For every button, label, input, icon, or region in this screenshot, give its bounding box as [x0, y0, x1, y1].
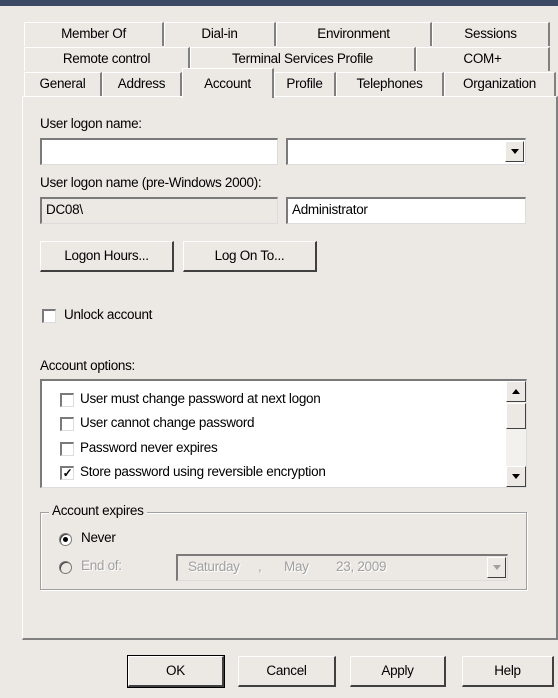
scroll-down-button[interactable] — [506, 466, 526, 487]
never-radio[interactable] — [59, 533, 72, 546]
option-label: Password never expires — [80, 440, 218, 455]
date-weekday: Saturday — [188, 559, 240, 574]
chevron-up-icon — [512, 389, 520, 394]
log-on-to-button[interactable]: Log On To... — [183, 241, 317, 272]
tab-dial-in[interactable]: Dial-in — [164, 22, 276, 46]
account-expires-group: Account expires Never End of: Saturday ,… — [40, 503, 527, 590]
ok-button[interactable]: OK — [127, 655, 225, 688]
date-dropdown-button[interactable] — [487, 557, 506, 578]
option-label: User must change password at next logon — [80, 391, 321, 406]
user-properties-dialog: Member Of Dial-in Environment Sessions R… — [0, 0, 558, 698]
logon-name-input[interactable] — [40, 138, 278, 165]
date-separator: , — [258, 559, 262, 574]
pre2000-username-input[interactable]: Administrator — [286, 197, 526, 224]
unlock-account-checkbox[interactable] — [42, 309, 56, 323]
tab-profile[interactable]: Profile — [274, 72, 336, 96]
option-checkbox[interactable] — [60, 442, 74, 456]
date-day-year: 23, 2009 — [336, 559, 387, 574]
end-of-radio[interactable] — [59, 561, 72, 574]
logon-hours-button[interactable]: Logon Hours... — [40, 241, 174, 272]
radio-selected-dot — [63, 537, 68, 542]
expiration-date-picker[interactable]: Saturday , May 23, 2009 — [176, 554, 508, 581]
help-button[interactable]: Help — [462, 656, 554, 687]
option-checkbox[interactable] — [60, 393, 74, 407]
date-month: May — [284, 559, 309, 574]
pre2000-domain-field: DC08\ — [40, 197, 278, 224]
chevron-down-icon — [510, 149, 519, 154]
tab-row-3: General Address Account Profile Telephon… — [24, 68, 556, 98]
tab-environment[interactable]: Environment — [276, 22, 432, 46]
account-expires-title: Account expires — [49, 503, 147, 518]
apply-button[interactable]: Apply — [350, 656, 446, 687]
tab-sessions[interactable]: Sessions — [432, 22, 550, 46]
tab-row-1: Member Of Dial-in Environment Sessions — [24, 22, 550, 46]
tab-telephones[interactable]: Telephones — [336, 72, 444, 96]
option-checkbox[interactable]: ✓ — [60, 466, 74, 480]
option-label: User cannot change password — [80, 415, 255, 430]
tab-account[interactable]: Account — [182, 68, 274, 98]
scroll-up-button[interactable] — [506, 381, 526, 402]
tab-organization[interactable]: Organization — [444, 72, 556, 96]
tab-row-2: Remote control Terminal Services Profile… — [24, 47, 550, 71]
tab-com-plus[interactable]: COM+ — [416, 47, 550, 71]
tab-member-of[interactable]: Member Of — [24, 22, 164, 46]
options-scrollbar[interactable] — [506, 381, 526, 487]
tab-address[interactable]: Address — [102, 72, 182, 96]
tab-remote-control[interactable]: Remote control — [24, 47, 190, 71]
logon-name-label: User logon name: — [40, 116, 142, 131]
pre2000-label: User logon name (pre-Windows 2000): — [40, 175, 262, 190]
unlock-account-label: Unlock account — [64, 307, 153, 322]
account-options-label: Account options: — [40, 358, 136, 373]
chevron-down-icon — [492, 565, 501, 570]
title-bar-edge — [0, 0, 558, 6]
never-label: Never — [81, 530, 116, 545]
end-of-label: End of: — [81, 558, 122, 573]
scroll-thumb[interactable] — [506, 403, 526, 429]
upn-suffix-dropdown-button[interactable] — [505, 141, 524, 162]
option-checkbox[interactable] — [60, 417, 74, 431]
upn-suffix-select[interactable] — [286, 138, 526, 165]
tab-general[interactable]: General — [24, 72, 102, 96]
cancel-button[interactable]: Cancel — [238, 656, 336, 687]
account-options-list[interactable]: User must change password at next logon … — [40, 379, 527, 488]
option-label: Store password using reversible encrypti… — [80, 464, 326, 479]
chevron-down-icon — [512, 474, 520, 479]
